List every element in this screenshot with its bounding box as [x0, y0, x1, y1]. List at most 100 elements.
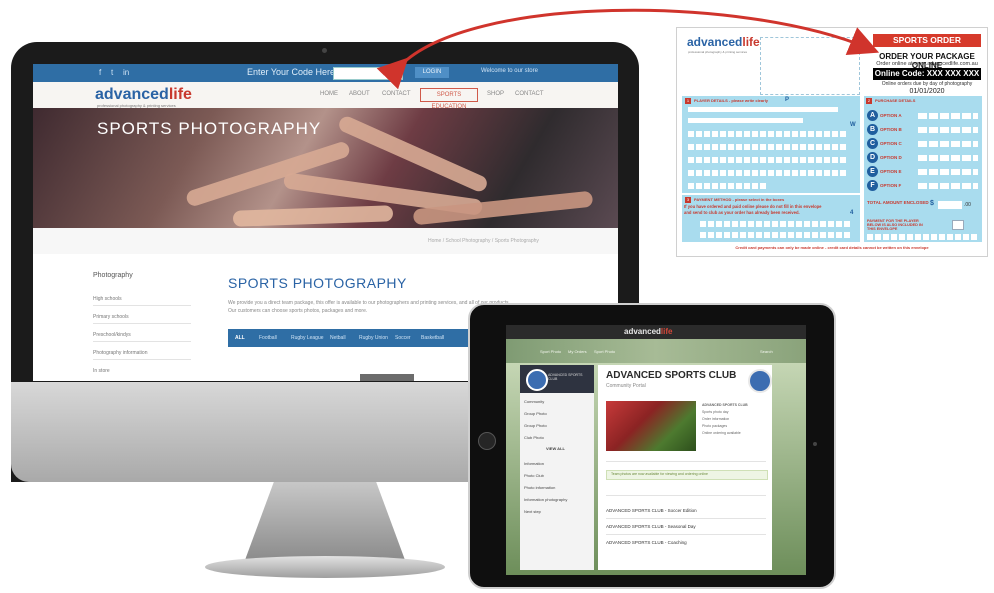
tablet-sidebar [520, 365, 594, 570]
tablet-sidebar-item[interactable]: Photo information [524, 485, 555, 490]
tablet-nav-item[interactable]: My Orders [568, 349, 587, 354]
list-item[interactable]: ADVANCED SPORTS CLUB - Coaching [606, 540, 687, 545]
tablet-sidebar-item[interactable]: Next step [524, 509, 541, 514]
card-boxes[interactable] [700, 232, 850, 238]
sidebar-item-in-store[interactable]: In store [93, 368, 110, 374]
info-line: Online ordering available [702, 431, 741, 435]
tablet-sidebar-item[interactable]: Photo Club [524, 473, 544, 478]
card-boxes[interactable] [700, 221, 850, 227]
option-f-label: OPTION F [880, 183, 902, 188]
option-c-badge: C [867, 138, 878, 149]
notice-bar: Team photos are now available for viewin… [606, 470, 768, 480]
team-photo[interactable] [606, 401, 696, 451]
sidebar-item-photo-info[interactable]: Photography information [93, 350, 147, 356]
logo-text-advanced: advanced [687, 35, 743, 49]
logo-text-advanced: advanced [624, 327, 661, 336]
section-number: 1 [685, 98, 691, 104]
camera-icon [322, 48, 327, 53]
nav-item-shop[interactable]: SHOP [487, 91, 504, 97]
option-d-qty[interactable] [918, 155, 978, 161]
main-nav: advancedlife professional photography & … [33, 82, 618, 110]
section-number: 3 [685, 197, 691, 203]
tablet-screen: advancedlife Sport Photo My Orders Sport… [506, 325, 806, 575]
top-bar: f t in Enter Your Code Here → LOGIN Welc… [33, 64, 618, 82]
divider [93, 359, 191, 360]
sidebar-item-high-schools[interactable]: High schools [93, 296, 122, 302]
site-logo[interactable]: advancedlife [95, 86, 192, 104]
input-boxes[interactable] [688, 157, 848, 163]
divider [93, 323, 191, 324]
tablet-nav-item[interactable]: Sport Photo [540, 349, 561, 354]
facebook-icon[interactable]: f [99, 68, 101, 77]
sidebar-item-preschool[interactable]: Preschool/kindys [93, 332, 131, 338]
nav-item-home[interactable]: HOME [320, 91, 338, 97]
input-boxes[interactable] [688, 144, 848, 150]
tab-rugby-union[interactable]: Rugby Union [359, 335, 388, 341]
club-title: ADVANCED SPORTS CLUB [606, 370, 737, 381]
option-b-qty[interactable] [918, 127, 978, 133]
divider [93, 341, 191, 342]
tablet-sidebar-item[interactable]: Information photography [524, 497, 567, 502]
club-badge-icon [526, 369, 548, 391]
sidebar-item-primary-schools[interactable]: Primary schools [93, 314, 129, 320]
enter-code-label: Enter Your Code Here → [247, 67, 347, 77]
code-input[interactable] [333, 67, 403, 80]
login-button[interactable]: LOGIN [415, 67, 449, 78]
tablet-sidebar-item[interactable]: Community [524, 399, 544, 404]
camera-icon [813, 442, 817, 446]
input-boxes[interactable] [688, 170, 848, 176]
tab-soccer[interactable]: Soccer [395, 335, 411, 341]
input-boxes[interactable] [688, 131, 848, 137]
list-item[interactable]: ADVANCED SPORTS CLUB - Soccer Edition [606, 508, 697, 513]
linkedin-icon[interactable]: in [123, 68, 129, 77]
order-url: Order online at www.advancedlife.com.au [876, 61, 978, 67]
gallery-thumbnail[interactable] [360, 374, 414, 381]
sidebar-club-name: ADVANCED SPORTS CLUB [548, 373, 583, 381]
tablet-search[interactable]: Search [760, 349, 773, 354]
name-field[interactable] [688, 118, 803, 123]
tab-all[interactable]: ALL [235, 335, 245, 341]
tab-football[interactable]: Football [259, 335, 277, 341]
divider [606, 495, 766, 496]
option-a-label: OPTION A [880, 113, 902, 118]
online-code: Online Code: XXX XXX XXX [873, 68, 981, 80]
tablet-sidebar-item[interactable]: Club Photo [524, 435, 544, 440]
section-number: 2 [866, 98, 872, 104]
view-all-button[interactable]: VIEW ALL [546, 446, 565, 451]
option-c-label: OPTION C [880, 141, 902, 146]
tablet-logo[interactable]: advancedlife [624, 327, 672, 336]
monitor-foot [205, 556, 445, 578]
option-a-qty[interactable] [918, 113, 978, 119]
nav-button-sports[interactable]: SPORTS EDUCATION [420, 88, 478, 110]
tablet-sidebar-item[interactable]: Group Photo [524, 423, 547, 428]
twitter-icon[interactable]: t [111, 68, 113, 77]
option-e-qty[interactable] [918, 169, 978, 175]
nav-item-about[interactable]: ABOUT [349, 91, 370, 97]
player-code-boxes[interactable] [867, 234, 979, 240]
tablet-sidebar-item[interactable]: Information [524, 461, 544, 466]
option-c-qty[interactable] [918, 141, 978, 147]
total-amount-field[interactable] [938, 201, 962, 209]
option-d-label: OPTION D [880, 155, 902, 160]
tab-basketball[interactable]: Basketball [421, 335, 444, 341]
cents-label: .00 [964, 202, 971, 208]
currency-symbol: $ [930, 200, 934, 207]
list-item[interactable]: ADVANCED SPORTS CLUB - Seasonal Day [606, 524, 696, 529]
nav-item-contact-right[interactable]: CONTACT [515, 91, 544, 97]
payment-method-heading: PAYMENT METHOD - please select in the bo… [694, 197, 785, 202]
tab-rugby-league[interactable]: Rugby League [291, 335, 324, 341]
info-line: Photo packages [702, 424, 728, 428]
tab-netball[interactable]: Netball [330, 335, 346, 341]
divider [93, 305, 191, 306]
club-logo-icon [748, 369, 772, 393]
name-field[interactable] [688, 107, 838, 112]
option-f-qty[interactable] [918, 183, 978, 189]
nav-item-contact[interactable]: CONTACT [382, 91, 411, 97]
tablet-nav-item[interactable]: Sport Photo [594, 349, 615, 354]
tablet-sidebar-item[interactable]: Group Photo [524, 411, 547, 416]
player-details-heading: PLAYER DETAILS - please write clearly [694, 98, 769, 103]
payment-checkbox[interactable] [952, 220, 964, 230]
breadcrumb[interactable]: Home / School Photography / Sports Photo… [428, 238, 539, 244]
logo-text-life: life [742, 35, 760, 49]
input-boxes[interactable] [688, 183, 768, 189]
